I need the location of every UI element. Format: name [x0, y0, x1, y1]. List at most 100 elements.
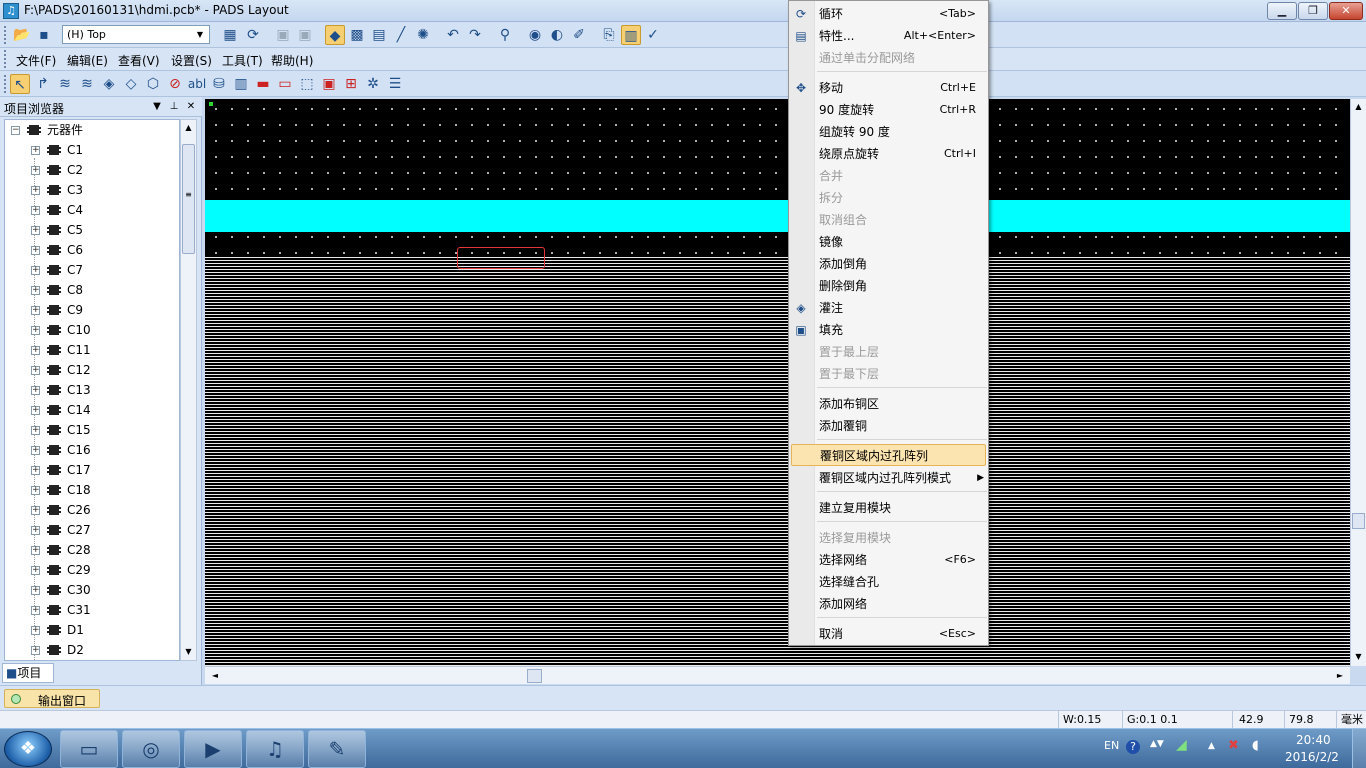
expand-icon[interactable]: + [31, 306, 40, 315]
route-icon[interactable]: ▩ [347, 25, 367, 45]
context-menu-item[interactable]: 删除倒角 [789, 275, 988, 297]
expand-icon[interactable]: + [31, 486, 40, 495]
copper-pour-band[interactable] [205, 200, 1350, 232]
expand-icon[interactable]: + [31, 346, 40, 355]
context-menu-item[interactable]: 通过单击分配网络 [789, 47, 988, 69]
flood-icon[interactable]: ◈ [99, 74, 119, 94]
toolbar-grip[interactable] [4, 75, 7, 93]
expand-icon[interactable]: + [31, 386, 40, 395]
expand-icon[interactable]: + [31, 626, 40, 635]
dimension-icon[interactable]: ▬ [253, 74, 273, 94]
paint-task[interactable]: ✎ [308, 730, 366, 768]
expand-icon[interactable]: + [31, 606, 40, 615]
context-menu-item[interactable]: 添加网络 [789, 593, 988, 615]
open-folder-icon[interactable]: 📂 [12, 25, 32, 45]
context-menu-item[interactable]: 拆分 [789, 187, 988, 209]
wifi-icon[interactable]: ◢ [1176, 737, 1187, 753]
layer-select[interactable]: (H) Top ▼ [62, 25, 210, 44]
context-menu-item[interactable]: ✥ 移动 Ctrl+E [789, 77, 988, 99]
explorer-task[interactable]: ▭ [60, 730, 118, 768]
collapse-icon[interactable]: − [11, 126, 20, 135]
panel-close-icon[interactable]: ✕ [184, 99, 198, 115]
via-icon[interactable]: ⊞ [341, 74, 361, 94]
pour-icon[interactable]: ▤ [369, 25, 389, 45]
minimize-button[interactable]: ▁ [1267, 2, 1297, 20]
context-menu-item[interactable]: 组旋转 90 度 [789, 121, 988, 143]
expand-icon[interactable]: + [31, 146, 40, 155]
context-menu-item[interactable]: 选择网络 <F6> [789, 549, 988, 571]
language-indicator[interactable]: EN [1104, 739, 1119, 752]
maximize-button[interactable]: ❐ [1298, 2, 1328, 20]
list-icon[interactable]: ☰ [385, 74, 405, 94]
copper-icon[interactable]: ≋ [55, 74, 75, 94]
select-arrow-icon[interactable]: ↖ [10, 74, 30, 94]
expand-icon[interactable]: + [31, 226, 40, 235]
context-menu-item[interactable]: 取消 <Esc> [789, 623, 988, 645]
power-warning-icon[interactable]: ✖ [1228, 738, 1239, 753]
start-button[interactable]: ❖ [4, 731, 52, 767]
video-task[interactable]: ▶ [184, 730, 242, 768]
menubar-grip[interactable] [4, 50, 7, 68]
tray-expand-icon[interactable]: ▲ [1208, 741, 1215, 751]
network-activity-icon[interactable]: ▲▼ [1150, 739, 1164, 749]
project-tab[interactable]: ■项目 [2, 663, 54, 683]
expand-icon[interactable]: + [31, 206, 40, 215]
hatched-copper-area[interactable] [205, 255, 1350, 666]
keepout-icon[interactable]: ⬡ [143, 74, 163, 94]
layout-icon[interactable]: ▥ [621, 25, 641, 45]
volume-icon[interactable]: ◖ [1252, 738, 1259, 753]
toolbar-grip[interactable] [4, 26, 7, 44]
expand-icon[interactable]: + [31, 246, 40, 255]
push-icon[interactable]: ◐ [547, 25, 567, 45]
context-menu-item[interactable]: 绕原点旋转 Ctrl+I [789, 143, 988, 165]
expand-icon[interactable]: + [31, 586, 40, 595]
context-menu-item[interactable]: 合并 [789, 165, 988, 187]
scroll-left-icon[interactable]: ◄ [207, 668, 223, 684]
menu-help[interactable]: 帮助(H) [271, 52, 313, 69]
context-menu-item[interactable]: 覆铜区域内过孔阵列模式 ▶ [789, 467, 988, 489]
pcb-canvas[interactable] [205, 99, 1350, 666]
context-menu-item[interactable]: 建立复用模块 [789, 497, 988, 519]
component-tree[interactable]: − 元器件 + C1 + C2 + C3 + C4 + C5 + C6 + C7 + C8 + C9 + C10 + C1… [4, 119, 180, 661]
pads-app-icon[interactable]: ♫ [3, 3, 19, 19]
expand-icon[interactable]: + [31, 366, 40, 375]
expand-icon[interactable]: + [31, 266, 40, 275]
panel-menu-icon[interactable]: ▼ [150, 99, 164, 115]
context-menu-item[interactable]: 90 度旋转 Ctrl+R [789, 99, 988, 121]
draw-line-icon[interactable]: ╱ [391, 25, 411, 45]
menu-file[interactable]: 文件(F) [16, 52, 56, 69]
auto-dimension-icon[interactable]: ▭ [275, 74, 295, 94]
context-menu-item[interactable]: 覆铜区域内过孔阵列 [791, 444, 986, 466]
pour-manager-icon[interactable]: ⛁ [209, 74, 229, 94]
clock-date[interactable]: 2016/2/2 [1285, 750, 1339, 764]
snap-icon[interactable]: ✲ [363, 74, 383, 94]
pads-task[interactable]: ♫ [246, 730, 304, 768]
ratsnest-icon[interactable]: ✺ [413, 25, 433, 45]
library-icon[interactable]: ▥ [231, 74, 251, 94]
route-trace-icon[interactable]: ↱ [33, 74, 53, 94]
undo-icon[interactable]: ↶ [443, 25, 463, 45]
check-icon[interactable]: ✓ [643, 25, 663, 45]
context-menu-item[interactable]: 取消组合 [789, 209, 988, 231]
layer-icon-1[interactable]: ▣ [273, 25, 293, 45]
context-menu-item[interactable]: 选择复用模块 [789, 527, 988, 549]
clock-time[interactable]: 20:40 [1296, 733, 1331, 747]
no-entry-icon[interactable]: ⊘ [165, 74, 185, 94]
scroll-down-icon[interactable]: ▼ [181, 644, 196, 660]
expand-icon[interactable]: + [31, 426, 40, 435]
menu-tools[interactable]: 工具(T) [222, 52, 263, 69]
expand-icon[interactable]: + [31, 566, 40, 575]
expand-icon[interactable]: + [31, 546, 40, 555]
context-menu-item[interactable]: 选择缝合孔 [789, 571, 988, 593]
copper-cutout-icon[interactable]: ≋ [77, 74, 97, 94]
expand-icon[interactable]: + [31, 406, 40, 415]
context-menu-item[interactable]: 置于最下层 [789, 363, 988, 385]
browser-task[interactable]: ◎ [122, 730, 180, 768]
expand-icon[interactable]: + [31, 526, 40, 535]
scroll-thumb[interactable] [1352, 513, 1365, 529]
menu-view[interactable]: 查看(V) [118, 52, 160, 69]
expand-icon[interactable]: + [31, 166, 40, 175]
scroll-thumb[interactable]: ≡ [182, 144, 195, 254]
expand-icon[interactable]: + [31, 446, 40, 455]
refresh-icon[interactable]: ⟳ [243, 25, 263, 45]
